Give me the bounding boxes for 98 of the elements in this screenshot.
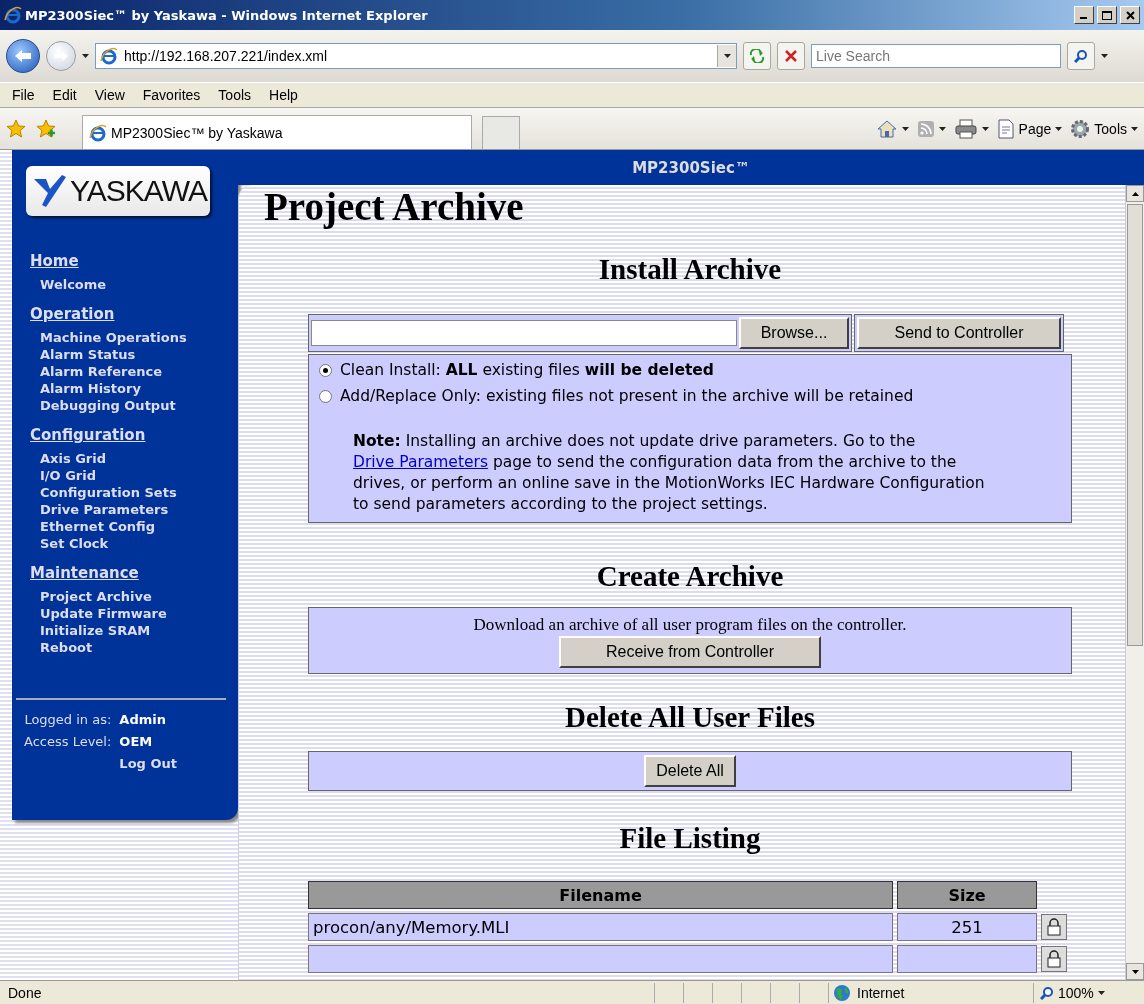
menu-item[interactable]: Favorites	[136, 87, 213, 103]
logo-mark-icon	[32, 173, 68, 209]
menu-item[interactable]: Help	[263, 87, 310, 103]
description-text: Download an archive of all user program files on the controller.	[473, 615, 907, 635]
sidebar-item[interactable]: I/O Grid	[30, 467, 96, 484]
browser-logo-icon	[4, 6, 22, 24]
option-label[interactable]: Clean Install: ALL existing files will be deleted	[340, 361, 714, 379]
address-field[interactable]: http://192.168.207.221/index.xml	[95, 43, 737, 69]
search-icon[interactable]	[1067, 42, 1095, 70]
caret-icon	[1097, 990, 1105, 995]
gear-icon	[1070, 118, 1091, 139]
back-arrow-icon	[14, 49, 32, 63]
sidebar-item[interactable]: Set Clock	[30, 535, 109, 552]
sidebar-item[interactable]: Axis Grid	[30, 450, 106, 467]
caret-icon	[1131, 126, 1138, 131]
section-heading: Create Archive	[595, 559, 785, 593]
command-button[interactable]: Page	[996, 118, 1063, 139]
section-heading: Delete All User Files	[564, 700, 816, 734]
column-header: Filename	[308, 881, 893, 909]
sidebar-item[interactable]: Drive Parameters	[30, 501, 169, 518]
caret-icon	[1101, 54, 1108, 58]
scroll-up-icon[interactable]	[1131, 191, 1139, 196]
sidebar-item[interactable]: Alarm Status	[30, 346, 136, 363]
sidebar-item[interactable]: Reboot	[30, 639, 93, 656]
zoom-icon	[1040, 985, 1054, 1000]
section-heading: Install Archive	[597, 252, 783, 286]
window-title: MP2300Siec™ by Yaskawa - Windows Internet Explorer	[25, 7, 429, 23]
caret-icon	[901, 126, 909, 131]
table-cell: procon/any/Memory.MLI	[308, 913, 893, 941]
sidebar-item[interactable]: Welcome	[30, 276, 107, 293]
close-icon[interactable]	[1120, 6, 1140, 24]
caret-icon	[723, 54, 731, 58]
file-input-field[interactable]	[311, 320, 737, 346]
caret-icon	[82, 54, 89, 58]
browser-logo-icon	[89, 123, 107, 142]
zoom-control[interactable]: 100%	[1033, 982, 1144, 1003]
table-cell: 251	[897, 913, 1037, 941]
sidebar-item[interactable]: Alarm History	[30, 380, 141, 397]
menu-item[interactable]: Tools	[212, 87, 264, 103]
page-icon	[996, 118, 1015, 139]
sidebar-item[interactable]: Initialize SRAM	[30, 622, 151, 639]
scroll-down-icon[interactable]	[1131, 969, 1139, 974]
login-label: Access Level:	[24, 734, 112, 749]
caret-icon	[981, 126, 989, 131]
sidebar-heading[interactable]: Configuration	[30, 426, 146, 444]
search-field[interactable]: Live Search	[811, 44, 1061, 68]
sidebar-item[interactable]: Configuration Sets	[30, 484, 177, 501]
banner: MP2300Siec™	[238, 150, 1144, 185]
sidebar-heading[interactable]: Operation	[30, 305, 115, 323]
receive-button[interactable]: Receive from Controller	[559, 636, 821, 668]
sidebar-item[interactable]: Debugging Output	[30, 397, 176, 414]
logo: YASKAWA	[26, 166, 210, 216]
globe-icon	[833, 983, 851, 1002]
radio-button[interactable]	[319, 389, 332, 403]
caret-icon	[938, 126, 946, 131]
star-icon[interactable]	[6, 118, 26, 139]
command-button[interactable]: Tools	[1070, 118, 1138, 139]
add-favorite-icon[interactable]	[36, 118, 56, 139]
home-icon[interactable]	[875, 118, 898, 139]
minimize-icon[interactable]	[1074, 6, 1094, 24]
note-text: Note: Installing an archive does not update drive parameters. Go to the Drive Parameters page to send the configuration data from the archive to the drives, or perform an online save in the MotionWorks IEC Hardware Configuration to send parameters according to the project settings.	[353, 431, 986, 515]
sidebar-item[interactable]: Machine Operations	[30, 329, 187, 346]
sidebar-item[interactable]: Update Firmware	[30, 605, 167, 622]
caret-icon	[1055, 126, 1063, 131]
sidebar-heading[interactable]: Home	[30, 252, 79, 270]
scrollbar[interactable]	[1125, 185, 1144, 980]
login-label: Logged in as:	[24, 712, 112, 727]
sidebar-item[interactable]: Project Archive	[30, 588, 152, 605]
browser-tab[interactable]: MP2300Siec™ by Yaskawa	[82, 115, 472, 149]
logout-link[interactable]: Log Out	[119, 756, 177, 771]
menu-item[interactable]: View	[88, 87, 137, 103]
menu-item[interactable]: Edit	[46, 87, 89, 103]
sidebar-item[interactable]: Alarm Reference	[30, 363, 163, 380]
browse-button[interactable]: Browse...	[739, 317, 849, 349]
lock-icon[interactable]	[1041, 946, 1067, 972]
forward-arrow-icon	[53, 50, 69, 62]
column-header: Size	[897, 881, 1037, 909]
sidebar-heading[interactable]: Maintenance	[30, 564, 139, 582]
login-value: Admin	[119, 712, 167, 727]
link[interactable]: Drive Parameters	[353, 453, 488, 471]
maximize-icon[interactable]	[1097, 6, 1117, 24]
delete-button[interactable]: Delete All	[644, 755, 736, 787]
zone-label: Internet	[857, 984, 905, 1001]
lock-icon[interactable]	[1041, 914, 1067, 940]
status-text: Done	[7, 984, 43, 1001]
login-value: OEM	[119, 734, 154, 749]
option-label[interactable]: Add/Replace Only: existing files not present in the archive will be retained	[340, 387, 914, 405]
page-title: Project Archive	[264, 185, 525, 229]
section-heading: File Listing	[618, 821, 762, 855]
back-button[interactable]	[6, 39, 40, 73]
radio-button[interactable]	[319, 363, 332, 377]
menu-item[interactable]: File	[6, 87, 47, 103]
stop-icon[interactable]	[777, 42, 805, 70]
send-button[interactable]: Send to Controller	[857, 317, 1061, 349]
refresh-icon[interactable]	[743, 42, 771, 70]
browser-logo-icon	[100, 47, 118, 65]
printer-icon[interactable]	[953, 118, 978, 139]
sidebar-item[interactable]: Ethernet Config	[30, 518, 156, 535]
